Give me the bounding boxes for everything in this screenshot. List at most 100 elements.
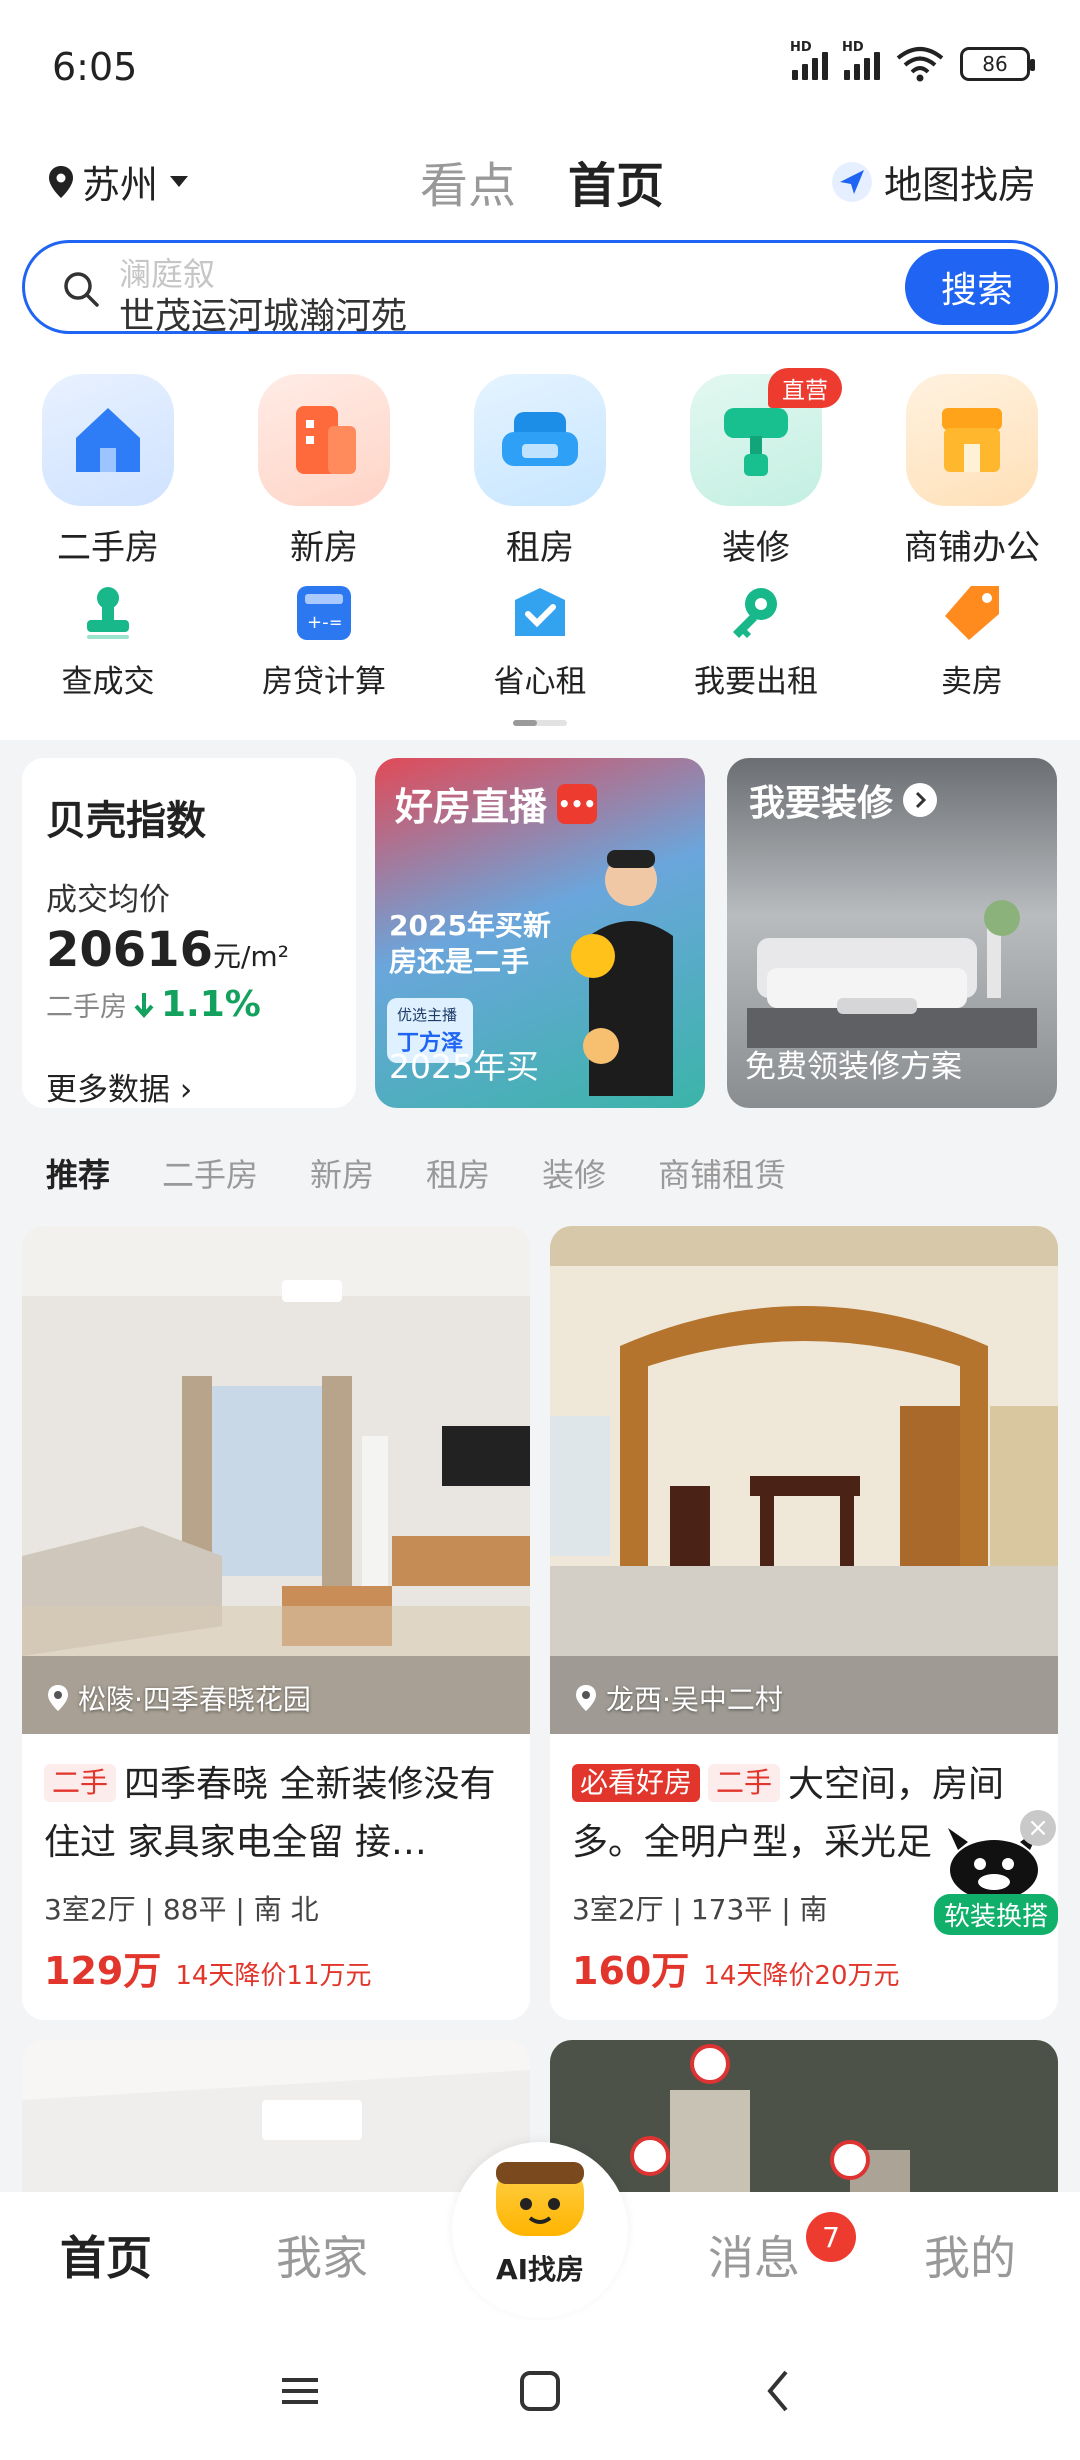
quick-item-xinfang[interactable]: 新房	[216, 374, 432, 569]
tag-icon	[945, 586, 999, 640]
listing-price-row: 160万 14天降价20万元	[572, 1940, 900, 1995]
tab-home-bottom[interactable]: 首页	[60, 2222, 152, 2288]
ai-mascot-icon	[496, 2162, 584, 2236]
index-sub: 成交均价	[46, 882, 170, 918]
quick-label: 装修	[722, 528, 790, 568]
quick-item-zhuangxiu[interactable]: 装修 直营	[648, 368, 864, 569]
price-drop: 14天降价20万元	[703, 1961, 900, 1991]
index-title: 贝壳指数	[46, 798, 206, 844]
quick-sub-label: 我要出租	[694, 664, 818, 700]
filter-tab-ershoufang[interactable]: 二手房	[162, 1150, 258, 1196]
message-badge: 7	[806, 2212, 856, 2262]
quick-item-shangpu[interactable]: 商铺办公	[864, 374, 1080, 569]
listing-location: 龙西·吴中二村	[574, 1678, 783, 1718]
map-navigation-icon	[831, 161, 872, 202]
quick-sub-label: 房贷计算	[262, 664, 386, 700]
battery-icon: 86	[960, 47, 1035, 81]
live-bottom: 2025年买	[389, 1047, 539, 1086]
tag-ershou: 二手	[708, 1764, 781, 1802]
back-icon[interactable]	[750, 2366, 810, 2416]
listing-photo	[22, 2040, 530, 2200]
svg-text:+-: +-	[307, 612, 329, 633]
listing-meta: 3室2厅 | 88平 | 南 北	[44, 1893, 319, 1926]
signal-icon: HD	[842, 40, 880, 80]
listing-price-row: 129万 14天降价11万元	[44, 1940, 372, 1995]
direct-badge: 直营	[768, 368, 842, 408]
page-indicator	[513, 720, 567, 726]
status-bar: 6:05 HD HD 86	[0, 0, 1080, 130]
listing-card[interactable]: 松陵·四季春晓花园 二手 四季春晓 全新装修没有住过 家具家电全留 接… 3室2厅…	[22, 1226, 530, 2020]
quick-item-fangdai[interactable]: +- = 房贷计算	[216, 582, 432, 701]
search-icon	[64, 272, 99, 307]
signal-icon: HD	[790, 40, 828, 80]
filter-tab-zhuangxiu[interactable]: 装修	[542, 1150, 606, 1196]
home-square-icon[interactable]	[510, 2366, 570, 2416]
chevron-right-icon	[903, 783, 938, 817]
quick-item-maifang[interactable]: 卖房	[864, 582, 1080, 701]
quick-item-chachengjiao[interactable]: 查成交	[0, 582, 216, 701]
menu-icon[interactable]	[270, 2366, 330, 2416]
price-drop: 14天降价11万元	[175, 1961, 372, 1991]
listing-location: 松陵·四季春晓花园	[46, 1678, 311, 1718]
quick-label: 新房	[290, 528, 358, 568]
search-button[interactable]: 搜索	[905, 249, 1049, 325]
filter-tab-xinfang[interactable]: 新房	[310, 1150, 374, 1196]
stamp-icon	[87, 587, 129, 639]
index-price: 20616元/m²	[46, 922, 289, 978]
key-icon	[733, 588, 777, 638]
live-headline: 2025年买新 房还是二手	[389, 909, 551, 978]
quick-item-shengxinzu[interactable]: 省心租	[432, 582, 648, 701]
tab-my-home[interactable]: 我家	[276, 2222, 368, 2288]
decoration-bottom: 免费领装修方案	[745, 1049, 962, 1085]
search-bar[interactable]: 澜庭叙 世茂运河城瀚河苑 搜索	[22, 240, 1058, 337]
live-title: 好房直播 •••	[395, 783, 598, 829]
beike-index-card[interactable]: 贝壳指数 成交均价 20616元/m² 二手房 1.1% 更多数据 ›	[22, 758, 356, 1108]
wifi-icon	[896, 47, 944, 82]
chevron-down-icon	[170, 176, 189, 187]
index-change: 二手房 1.1%	[46, 984, 261, 1025]
building-icon	[258, 374, 390, 506]
listing-card-peek[interactable]	[22, 2040, 530, 2200]
ai-find-house-button[interactable]: AI找房	[452, 2142, 628, 2318]
quick-label: 二手房	[57, 528, 159, 568]
search-input[interactable]: 世茂运河城瀚河苑	[119, 287, 407, 339]
arrow-down-icon	[134, 992, 154, 1018]
location-pin-icon	[576, 1685, 596, 1711]
house-icon	[42, 374, 174, 506]
close-icon[interactable]: ×	[1020, 1810, 1056, 1846]
host-photo	[571, 850, 673, 1096]
live-card[interactable]: 好房直播 ••• 2025年买新 房还是二手 优选主播 丁方泽 2025年买	[375, 758, 705, 1108]
tab-messages[interactable]: 消息	[708, 2222, 800, 2288]
listing-photo	[550, 1226, 1058, 1734]
floating-promo[interactable]: × 软装换搭	[934, 1810, 1060, 1936]
quick-sub-label: 查成交	[61, 664, 155, 700]
listing-photo	[22, 1226, 530, 1734]
search-area: 澜庭叙 世茂运河城瀚河苑 搜索	[0, 230, 1080, 360]
quick-item-ershoufang[interactable]: 二手房	[0, 374, 216, 569]
quick-label: 商铺办公	[904, 528, 1040, 568]
quick-item-zufang[interactable]: 租房	[432, 374, 648, 569]
more-data-link[interactable]: 更多数据 ›	[46, 1064, 192, 1109]
quick-sub-label: 卖房	[941, 664, 1003, 700]
map-find-label: 地图找房	[883, 163, 1036, 207]
decoration-card[interactable]: 我要装修 免费领装修方案	[727, 758, 1057, 1108]
listing-title: 二手 四季春晓 全新装修没有住过 家具家电全留 接…	[44, 1764, 496, 1863]
calculator-icon: +- =	[297, 586, 351, 640]
top-header: 苏州 看点 首页 地图找房	[0, 130, 1080, 230]
filter-tab-shangpu[interactable]: 商铺租赁	[658, 1150, 786, 1196]
svg-text:=: =	[329, 613, 342, 632]
map-find-button[interactable]: 地图找房	[830, 154, 1036, 209]
system-nav-bar	[0, 2320, 1080, 2460]
quick-item-chuzu[interactable]: 我要出租	[648, 582, 864, 701]
filter-tab-zufang[interactable]: 租房	[426, 1150, 490, 1196]
shop-icon	[906, 374, 1038, 506]
top-tabs: 看点 首页	[420, 146, 664, 216]
tab-home[interactable]: 首页	[568, 146, 664, 216]
tab-me[interactable]: 我的	[924, 2222, 1016, 2288]
listing-card-peek[interactable]	[550, 2040, 1058, 2200]
city-selector[interactable]: 苏州	[48, 154, 189, 209]
quick-entries: 二手房 新房 租房 装修 直营 商铺办公 查成交 +- = 房贷计算 省心租 我…	[0, 360, 1080, 740]
tab-kandian[interactable]: 看点	[420, 146, 516, 216]
sofa-photo	[747, 900, 1037, 1048]
filter-tab-recommend[interactable]: 推荐	[46, 1150, 110, 1196]
